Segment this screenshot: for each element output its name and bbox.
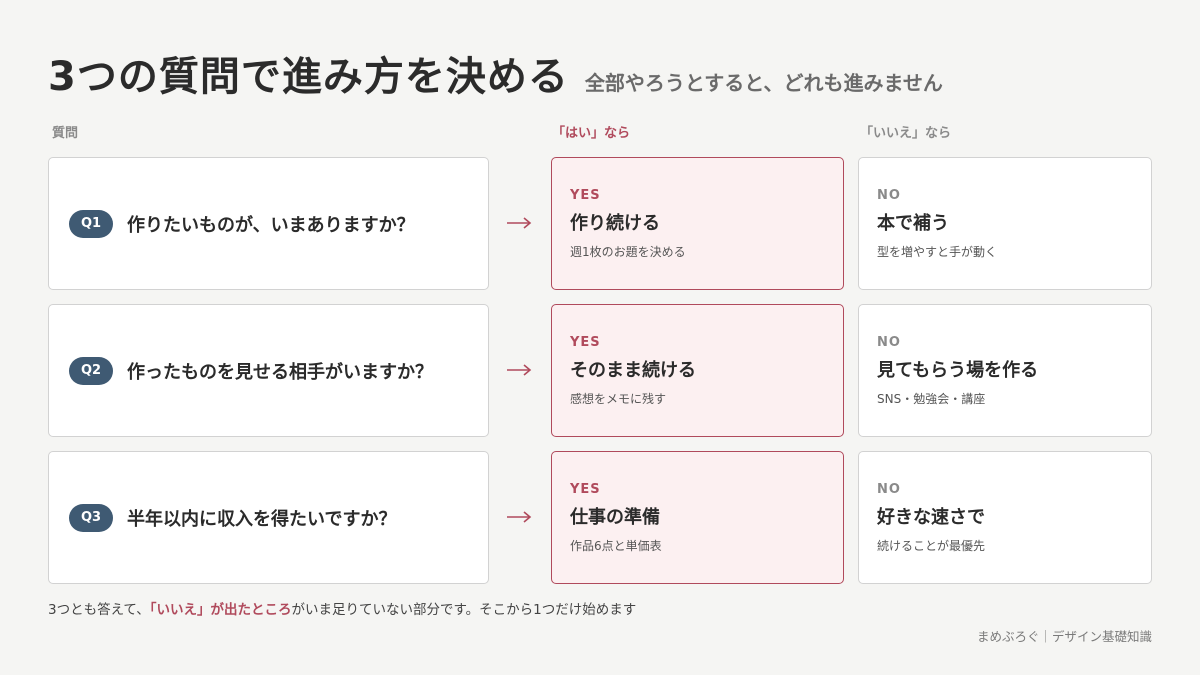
question-card-1: Q1 作りたいものが、いまありますか？: [48, 157, 489, 290]
question-badge: Q1: [69, 209, 113, 238]
yes-tag: YES: [570, 188, 601, 203]
question-text: 作ったものを見せる相手がいますか？: [127, 361, 433, 383]
yes-description: 週1枚のお題を決める: [570, 245, 686, 259]
no-description: 型を増やすと手が動く: [877, 245, 998, 259]
footnote-highlight: 「いいえ」が出たところ: [149, 602, 292, 618]
no-card-3: NO 好きな速さで 続けることが最優先: [858, 451, 1152, 584]
yes-heading: 仕事の準備: [570, 507, 660, 528]
yes-card-2: YES そのまま続ける 感想をメモに残す: [551, 304, 844, 437]
question-badge: Q2: [69, 356, 113, 385]
arrow-right-icon: [507, 511, 532, 523]
column-header-question: 質問: [52, 126, 79, 141]
yes-description: 感想をメモに残す: [570, 392, 667, 406]
arrow-right-icon: [507, 364, 532, 376]
no-description: 続けることが最優先: [877, 539, 986, 553]
column-header-no: 「いいえ」なら: [860, 126, 952, 141]
no-heading: 本で補う: [877, 213, 949, 234]
yes-tag: YES: [570, 482, 601, 497]
question-badge: Q3: [69, 503, 113, 532]
footnote: 3つとも答えて、「いいえ」が出たところがいま足りていない部分です。そこから1つだ…: [48, 598, 636, 618]
no-tag: NO: [877, 188, 901, 203]
no-card-2: NO 見てもらう場を作る SNS・勉強会・講座: [858, 304, 1152, 437]
yes-card-1: YES 作り続ける 週1枚のお題を決める: [551, 157, 844, 290]
footnote-after: がいま足りていない部分です。そこから1つだけ始めます: [291, 602, 637, 618]
page-subtitle: 全部やろうとすると、どれも進みません: [584, 71, 943, 95]
column-header-yes: 「はい」なら: [552, 126, 631, 141]
no-heading: 見てもらう場を作る: [877, 360, 1039, 381]
no-tag: NO: [877, 335, 901, 350]
yes-description: 作品6点と単価表: [570, 539, 662, 553]
page-title: 3つの質問で進み方を決める: [48, 54, 569, 100]
arrow-right-icon: [507, 217, 532, 229]
no-tag: NO: [877, 482, 901, 497]
no-heading: 好きな速さで: [877, 507, 985, 528]
no-card-1: NO 本で補う 型を増やすと手が動く: [858, 157, 1152, 290]
question-text: 半年以内に収入を得たいですか？: [127, 508, 397, 530]
yes-card-3: YES 仕事の準備 作品6点と単価表: [551, 451, 844, 584]
yes-heading: そのまま続ける: [570, 360, 696, 381]
credit: まめぶろぐ｜デザイン基礎知識: [976, 629, 1152, 644]
question-text: 作りたいものが、いまありますか？: [127, 214, 415, 236]
yes-heading: 作り続ける: [570, 213, 660, 234]
footnote-before: 3つとも答えて、: [48, 602, 150, 618]
no-description: SNS・勉強会・講座: [877, 392, 986, 406]
question-card-3: Q3 半年以内に収入を得たいですか？: [48, 451, 489, 584]
title-row: 3つの質問で進み方を決める 全部やろうとすると、どれも進みません: [48, 44, 943, 102]
yes-tag: YES: [570, 335, 601, 350]
question-card-2: Q2 作ったものを見せる相手がいますか？: [48, 304, 489, 437]
